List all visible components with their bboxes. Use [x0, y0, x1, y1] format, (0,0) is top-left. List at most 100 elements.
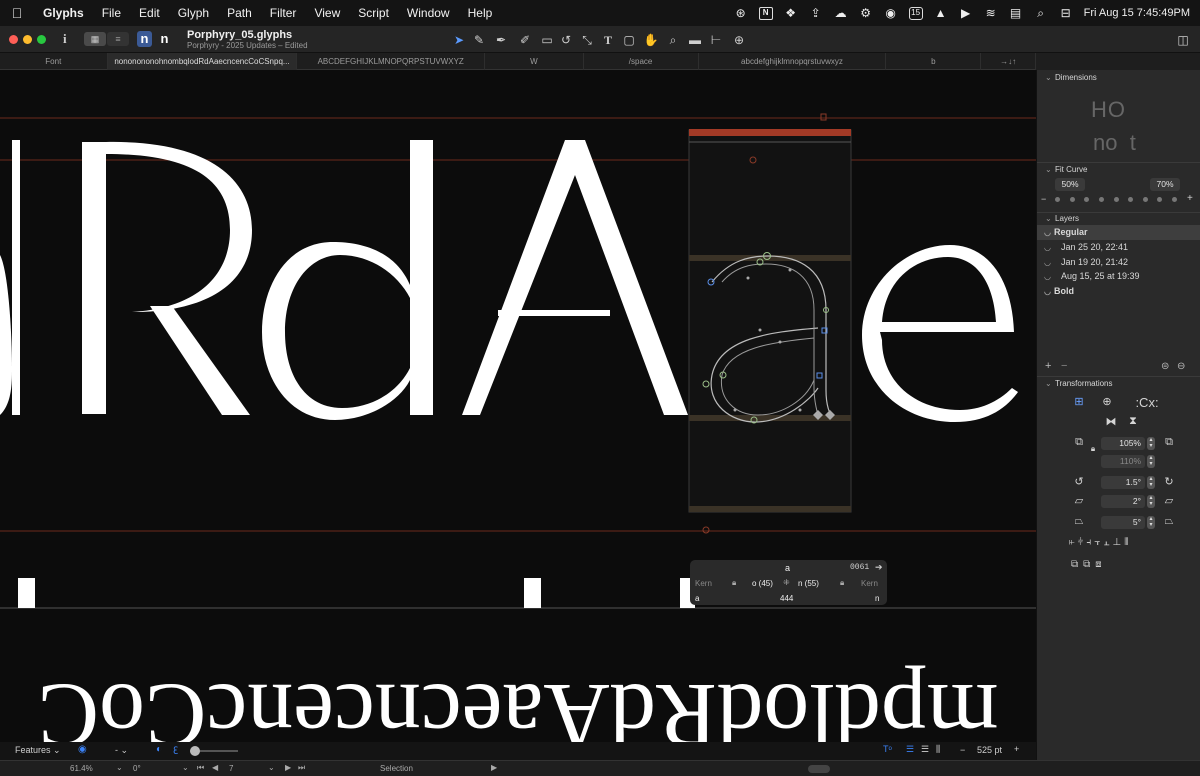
skew-right-icon[interactable]: ⏢ — [1161, 515, 1177, 528]
add-tool-icon[interactable]: ⊕ — [730, 31, 748, 49]
layer-backup-3[interactable]: ◡ Aug 15, 25 at 19:39 — [1037, 269, 1200, 284]
horizontal-scrollbar[interactable] — [808, 765, 830, 773]
align-justify-icon[interactable]: ☰ — [921, 744, 929, 755]
search-icon[interactable]: ⌕ — [1034, 6, 1048, 21]
eye-icon[interactable]: ◡ — [1044, 284, 1051, 299]
notion-icon[interactable]: N — [758, 6, 773, 20]
slant-field[interactable]: 2° — [1101, 495, 1145, 508]
info-unicode[interactable]: 0061 — [850, 563, 869, 572]
add-layer-button[interactable]: + — [1045, 360, 1051, 372]
drive-icon[interactable]: ▲ — [934, 6, 948, 20]
scale-field[interactable]: 105% — [1101, 437, 1145, 450]
menu-glyphs[interactable]: Glyphs — [34, 6, 93, 20]
calendar-icon[interactable]: 15 — [908, 6, 923, 20]
measure-tool-icon[interactable]: ▬ — [686, 31, 704, 49]
pen-tool-icon[interactable]: ✒ — [492, 31, 510, 49]
rotate-field[interactable]: 1.5° — [1101, 476, 1145, 489]
fit-curve-header[interactable]: ⌄ Fit Curve — [1045, 165, 1087, 174]
zoom-window-button[interactable] — [37, 35, 46, 44]
first-page-icon[interactable]: ⏮ — [197, 763, 204, 773]
scale-y-stepper[interactable]: ▴ ▾ — [1147, 455, 1155, 468]
wifi-icon[interactable]: ≋ — [984, 6, 998, 20]
intersect-icon[interactable]: ⧈ — [1095, 559, 1101, 570]
fit-curve-plus-button[interactable]: + — [1187, 193, 1193, 204]
layer-backup-1[interactable]: ◡ Jan 25 20, 22:41 — [1037, 240, 1200, 255]
layers-header[interactable]: ⌄ Layers — [1045, 214, 1079, 223]
menu-view[interactable]: View — [305, 6, 349, 20]
last-page-icon[interactable]: ⏭ — [298, 763, 305, 773]
align-left-icon[interactable]: ⫦ — [1069, 537, 1075, 548]
align-bottom-icon[interactable]: ⊥ — [1113, 537, 1122, 548]
flip-vertical-icon[interactable]: ⧗ — [1125, 415, 1141, 428]
menu-help[interactable]: Help — [459, 6, 502, 20]
scale-tool-icon[interactable]: ⤡ — [578, 31, 596, 49]
fit-curve-left-value[interactable]: 50% — [1055, 178, 1085, 191]
select-tool-icon[interactable]: ➤ — [450, 31, 468, 49]
fit-curve-slider[interactable] — [1055, 197, 1177, 202]
features-button[interactable]: Features ⌄ — [15, 745, 61, 756]
slant-left-icon[interactable]: ▱ — [1071, 494, 1087, 507]
text-tool-icon[interactable]: T — [599, 31, 617, 49]
page-dropdown-icon[interactable]: ⌄ — [268, 763, 275, 772]
dash-dropdown[interactable]: - ⌄ — [115, 745, 128, 756]
menu-edit[interactable]: Edit — [130, 6, 169, 20]
tab-uppercase[interactable]: ABCDEFGHIJKLMNOPQRPSTUVWXYZ — [297, 53, 486, 70]
info-unicode-arrow-icon[interactable]: ➔ — [875, 562, 883, 573]
edit-canvas[interactable]: mpdlodRdAaecncencCoC dRdAae — [0, 70, 1036, 742]
pencil-tool-icon[interactable]: ✎ — [470, 31, 488, 49]
info-left-group[interactable]: o (45) — [752, 579, 773, 588]
scale-y-field[interactable]: 110% — [1101, 455, 1145, 468]
slant-stepper[interactable]: ▴ ▾ — [1147, 495, 1155, 508]
layer-options-icon[interactable]: ⊜ — [1161, 361, 1169, 372]
minimize-window-button[interactable] — [23, 35, 32, 44]
gear-icon[interactable]: ⚙ — [859, 6, 873, 20]
info-left-sidebearing[interactable]: a — [695, 594, 699, 603]
view-mode-grid-button[interactable]: ▦ — [84, 32, 106, 46]
close-window-button[interactable] — [9, 35, 18, 44]
control-center-icon[interactable]: ⊟ — [1059, 6, 1073, 20]
origin-grid-icon[interactable]: ⊞ — [1071, 395, 1087, 408]
eye-icon[interactable]: ◡ — [1044, 255, 1051, 270]
tab-lowercase[interactable]: abcdefghijklmnopqrstuvwxyz — [699, 53, 887, 70]
origin-custom-icon[interactable]: :Cx: — [1127, 395, 1167, 410]
prev-page-icon[interactable]: ◀ — [212, 763, 218, 772]
font-size-increase[interactable]: + — [1014, 744, 1019, 754]
color-mode-icon[interactable]: ◐ — [156, 744, 162, 755]
page-field[interactable]: 7 — [229, 764, 233, 773]
record-icon[interactable]: ◉ — [884, 6, 898, 20]
skew-field[interactable]: 5° — [1101, 516, 1145, 529]
layer-master-bold[interactable]: ◡ Bold — [1037, 284, 1200, 299]
info-glyph-name[interactable]: a — [785, 563, 790, 573]
menu-file[interactable]: File — [93, 6, 130, 20]
skew-stepper[interactable]: ▴ ▾ — [1147, 516, 1155, 529]
rotate-ccw-icon[interactable]: ↺ — [1071, 475, 1087, 488]
rtl-toggle-icon[interactable]: ꜫ — [173, 744, 178, 755]
next-page-icon[interactable]: ▶ — [285, 763, 291, 772]
openai-icon[interactable]: ⊛ — [734, 6, 748, 20]
menu-script[interactable]: Script — [349, 6, 398, 20]
tab-space[interactable]: /space — [584, 53, 699, 70]
menu-glyph[interactable]: Glyph — [169, 6, 218, 20]
eye-icon[interactable]: ◡ — [1044, 240, 1051, 255]
rotate-stepper[interactable]: ▴ ▾ — [1147, 476, 1155, 489]
glyph-preview-n-selected[interactable]: n — [137, 31, 152, 47]
text-tool-icon[interactable]: Tᵒ — [883, 744, 892, 754]
zoom-field[interactable]: 61.4% — [70, 764, 93, 773]
zoom-tool-icon[interactable]: ⌕ — [664, 31, 682, 49]
subtract-icon[interactable]: ⧉ — [1083, 559, 1090, 570]
view-mode-list-button[interactable]: ≡ — [107, 32, 129, 46]
tab-b[interactable]: b — [886, 53, 982, 70]
align-middle-icon[interactable]: ⫠ — [1103, 537, 1109, 548]
tab-font[interactable]: Font — [0, 53, 108, 70]
origin-center-icon[interactable]: ⊕ — [1099, 395, 1115, 408]
glyph-preview-n[interactable]: n — [157, 31, 172, 47]
union-icon[interactable]: ⧉ — [1071, 559, 1078, 570]
menu-window[interactable]: Window — [398, 6, 459, 20]
distribute-icon[interactable]: ⫴ — [1124, 537, 1128, 548]
info-right-sidebearing[interactable]: n — [875, 594, 879, 603]
menu-datetime[interactable]: Fri Aug 15 7:45:49PM — [1084, 7, 1190, 19]
ruler-tool-icon[interactable]: ⊢ — [707, 31, 725, 49]
font-size-value[interactable]: 525 pt — [977, 745, 1002, 755]
eye-icon[interactable]: ◉ — [78, 744, 87, 755]
info-right-group[interactable]: n (55) — [798, 579, 819, 588]
